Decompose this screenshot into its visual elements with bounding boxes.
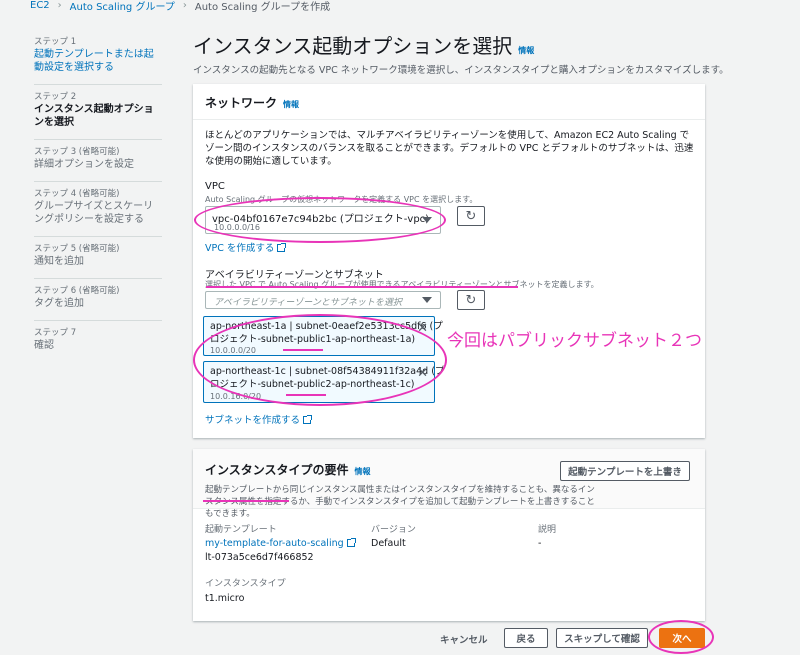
vpc-help: Auto Scaling グループの仮想ネットワークを定義する VPC を選択し… (205, 195, 478, 204)
network-title: ネットワーク (205, 96, 278, 110)
step-title: インスタンス起動オプションを選択 (34, 104, 154, 128)
close-icon[interactable]: ✕ (417, 366, 428, 381)
external-link-icon (346, 538, 356, 547)
cancel-button[interactable]: キャンセル (440, 632, 488, 646)
instance-type-panel: インスタンスタイプの要件 情報 起動テンプレートを上書き 起動テンプレートから同じ… (193, 449, 705, 621)
step-5[interactable]: ステップ 5 (省略可能) 通知を追加 (34, 237, 162, 279)
refresh-icon: ↻ (465, 208, 477, 224)
version-label: バージョン (371, 525, 416, 535)
subnet-token-cidr: 10.0.16.0/20 (210, 392, 262, 401)
vpc-create-link-wrap: VPC を作成する (205, 240, 287, 254)
refresh-icon: ↻ (465, 292, 477, 308)
az-subnet-select[interactable]: アベイラビリティーゾーンとサブネットを選択 (205, 291, 441, 309)
step-title: 詳細オプションを設定 (34, 159, 134, 170)
subnet-token-2: ap-northeast-1c | subnet-08f54384911f32a… (203, 361, 444, 403)
step-7[interactable]: ステップ 7 確認 (34, 321, 162, 362)
breadcrumb-asg[interactable]: Auto Scaling グループ (70, 0, 175, 13)
step-label: ステップ 1 (34, 37, 77, 47)
breadcrumb-ec2[interactable]: EC2 (30, 0, 50, 11)
next-button[interactable]: 次へ (659, 628, 705, 648)
close-icon[interactable]: ✕ (417, 321, 428, 336)
template-label: 起動テンプレート (205, 525, 277, 535)
step-2: ステップ 2 インスタンス起動オプションを選択 (34, 85, 162, 140)
step-label: ステップ 5 (省略可能) (34, 244, 120, 254)
info-link[interactable]: 情報 (355, 467, 371, 476)
subnet-token-line2: ロジェクト-subnet-public2-ap-northeast-1c) (210, 379, 415, 390)
info-link[interactable]: 情報 (283, 100, 299, 109)
network-description: ほとんどのアプリケーションでは、マルチアベイラビリティーゾーンを使用して、Ama… (205, 130, 694, 167)
az-help: 選択した VPC で Auto Scaling グループが使用できるアベイラビリ… (205, 280, 599, 289)
network-header: ネットワーク 情報 (193, 84, 705, 120)
instance-type-header: インスタンスタイプの要件 情報 起動テンプレートを上書き 起動テンプレートから同じ… (193, 449, 705, 519)
caret-down-icon (422, 297, 432, 303)
subnet-token-line2: ロジェクト-subnet-public1-ap-northeast-1a) (210, 334, 416, 345)
back-button[interactable]: 戻る (504, 628, 548, 648)
step-label: ステップ 6 (省略可能) (34, 286, 120, 296)
description-value: - (538, 538, 542, 549)
subnet-token-cidr: 10.0.0.0/20 (210, 346, 256, 355)
step-6[interactable]: ステップ 6 (省略可能) タグを追加 (34, 279, 162, 321)
network-panel: ネットワーク 情報 ほとんどのアプリケーションでは、マルチアベイラビリティーゾーン… (193, 84, 705, 438)
subnet-token-line1: ap-northeast-1a | subnet-0eaef2e5313cc5d… (210, 321, 443, 332)
vpc-create-link[interactable]: VPC を作成する (205, 243, 274, 254)
step-4[interactable]: ステップ 4 (省略可能) グループサイズとスケーリングポリシーを設定する (34, 182, 162, 237)
step-1[interactable]: ステップ 1 起動テンプレートまたは起動設定を選択する (34, 30, 162, 85)
vpc-refresh-button[interactable]: ↻ (457, 206, 485, 226)
skip-to-review-button[interactable]: スキップして確認 (556, 628, 648, 648)
chevron-right-icon: › (57, 0, 62, 11)
template-id: lt-073a5ce6d7f466852 (205, 552, 314, 563)
subnet-token-line1: ap-northeast-1c | subnet-08f54384911f32a… (210, 366, 445, 377)
subnet-create-link[interactable]: サブネットを作成する (205, 415, 300, 426)
annotation-text: 今回はパブリックサブネット２つ (447, 331, 702, 351)
vpc-select[interactable]: vpc-04bf0167e7c94b2bc (プロジェクト-vpc) 10.0.… (205, 206, 441, 234)
caret-down-icon (422, 217, 432, 223)
breadcrumb: EC2 › Auto Scaling グループ › Auto Scaling グ… (30, 0, 331, 13)
instance-type-title-wrap: インスタンスタイプの要件 情報 (205, 461, 371, 478)
page-title-text: インスタンス起動オプションを選択 (193, 34, 513, 58)
step-title: 確認 (34, 340, 54, 351)
instance-type-label: インスタンスタイプ (205, 579, 286, 589)
chevron-right-icon: › (182, 0, 187, 11)
info-link[interactable]: 情報 (518, 46, 534, 55)
step-title: 通知を追加 (34, 256, 84, 267)
override-template-button[interactable]: 起動テンプレートを上書き (560, 461, 690, 481)
vpc-cidr: 10.0.0.0/16 (214, 223, 260, 232)
external-link-icon (303, 415, 313, 424)
template-link[interactable]: my-template-for-auto-scaling (205, 538, 344, 549)
step-title: タグを追加 (34, 298, 84, 309)
step-3[interactable]: ステップ 3 (省略可能) 詳細オプションを設定 (34, 140, 162, 182)
page-subtitle: インスタンスの起動先となる VPC ネットワーク環境を選択し、インスタンスタイプ… (193, 65, 729, 76)
step-label: ステップ 3 (省略可能) (34, 147, 120, 157)
step-title: グループサイズとスケーリングポリシーを設定する (34, 201, 154, 225)
template-link-wrap: my-template-for-auto-scaling (205, 538, 356, 549)
az-placeholder: アベイラビリティーゾーンとサブネットを選択 (214, 298, 402, 308)
step-label: ステップ 7 (34, 328, 77, 338)
step-label: ステップ 4 (省略可能) (34, 189, 120, 199)
step-title: 起動テンプレートまたは起動設定を選択する (34, 49, 154, 73)
subnet-create-link-wrap: サブネットを作成する (205, 412, 313, 426)
external-link-icon (277, 243, 287, 252)
step-label: ステップ 2 (34, 92, 77, 102)
wizard-steps: ステップ 1 起動テンプレートまたは起動設定を選択する ステップ 2 インスタン… (34, 30, 162, 362)
instance-type-title: インスタンスタイプの要件 (205, 463, 349, 477)
page-title: インスタンス起動オプションを選択 情報 (193, 30, 534, 59)
version-value: Default (371, 538, 406, 549)
description-label: 説明 (538, 525, 557, 535)
breadcrumb-current: Auto Scaling グループを作成 (194, 1, 331, 13)
instance-type-description: 起動テンプレートから同じインスタンス属性またはインスタンスタイプを維持することも… (205, 485, 595, 519)
subnet-token-1: ap-northeast-1a | subnet-0eaef2e5313cc5d… (203, 316, 443, 356)
subnet-refresh-button[interactable]: ↻ (457, 290, 485, 310)
vpc-label: VPC (205, 181, 225, 192)
instance-type-value: t1.micro (205, 593, 245, 604)
